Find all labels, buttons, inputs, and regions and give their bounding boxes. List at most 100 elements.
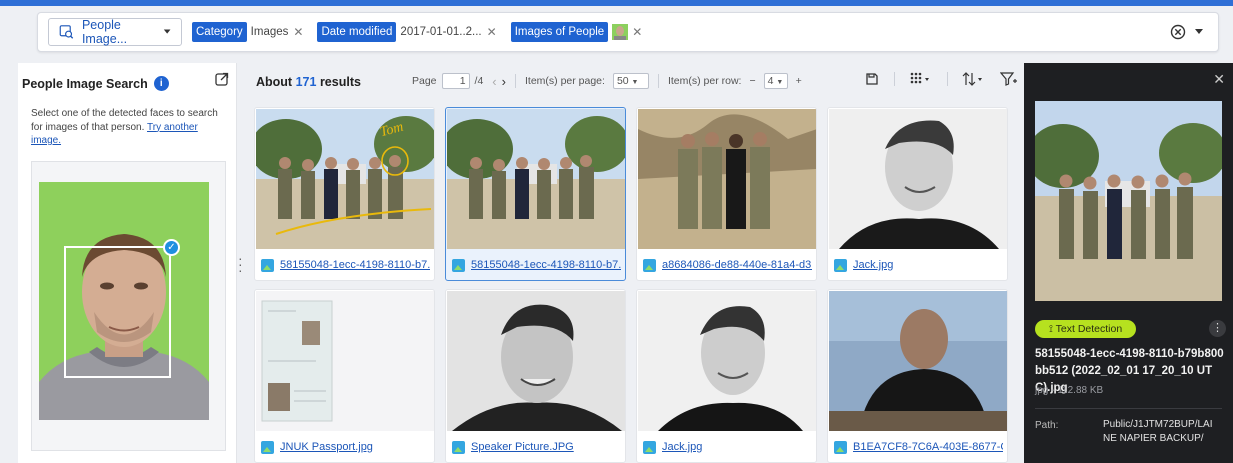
result-card[interactable]: B1EA7CF8-7C6A-403E-8677-C... xyxy=(827,289,1008,463)
divider xyxy=(657,74,659,88)
card-caption: Jack.jpg xyxy=(643,438,812,456)
filter-chip-date[interactable]: Date modified 2017-01-01..2... ✕ xyxy=(317,21,500,43)
detected-face-box[interactable] xyxy=(64,246,171,378)
results-suffix: results xyxy=(319,75,361,89)
search-actions xyxy=(1170,24,1204,40)
per-row-label: Item(s) per row: xyxy=(667,75,742,87)
image-file-icon xyxy=(261,440,274,454)
page-label: Page xyxy=(412,75,437,87)
thumbnail-office-photo xyxy=(829,291,1007,431)
result-card-selected[interactable]: 58155048-1ecc-4198-8110-b7... xyxy=(445,107,626,281)
detail-file-meta: jpg - 112.88 KB xyxy=(1035,385,1104,396)
thumbnail-group-photo: Tom xyxy=(256,109,434,249)
more-options-icon[interactable]: ⋮ xyxy=(1209,320,1226,337)
page-input[interactable]: 1 xyxy=(441,73,470,89)
close-icon[interactable]: ✕ xyxy=(293,25,303,39)
card-caption: 58155048-1ecc-4198-8110-b7... xyxy=(452,256,621,274)
chip-key: Date modified xyxy=(317,22,397,42)
thumbnail-group-photo xyxy=(447,109,625,249)
divider xyxy=(947,72,948,86)
text-detection-badge[interactable]: ⟟ Text Detection xyxy=(1035,320,1137,338)
result-card[interactable]: Jack.jpg xyxy=(827,107,1008,281)
page-total: /4 xyxy=(474,75,484,87)
per-page-value: 50 xyxy=(616,75,629,87)
result-card[interactable]: Tom 58155048-1ecc-4198-8110-b7... xyxy=(254,107,435,281)
close-icon[interactable]: ✕ xyxy=(632,25,642,39)
caret-down-icon: ▼ xyxy=(776,79,784,86)
chip-key: Images of People xyxy=(510,22,609,42)
file-name-link[interactable]: Jack.jpg xyxy=(662,441,702,453)
clear-circle-icon[interactable] xyxy=(1170,24,1186,40)
chip-key: Category xyxy=(192,22,247,42)
file-name-link[interactable]: 58155048-1ecc-4198-8110-b7... xyxy=(280,259,430,271)
info-icon[interactable]: i xyxy=(153,76,169,91)
increase-per-row-button[interactable]: + xyxy=(796,75,802,87)
divider xyxy=(894,72,895,86)
thumbnail-portrait-bw xyxy=(638,291,816,431)
per-row-value: 4 xyxy=(767,75,774,87)
per-page-label: Item(s) per page: xyxy=(524,75,605,87)
file-name-link[interactable]: Speaker Picture.JPG xyxy=(471,441,574,453)
file-name-link[interactable]: JNUK Passport.jpg xyxy=(280,441,373,453)
source-label: People Image... xyxy=(81,18,128,46)
file-name-link[interactable]: B1EA7CF8-7C6A-403E-8677-C... xyxy=(853,441,1003,453)
view-toolbar xyxy=(864,71,1018,87)
open-external-icon[interactable] xyxy=(214,71,230,87)
image-file-icon xyxy=(834,258,847,272)
prev-page-icon[interactable]: ‹ xyxy=(492,74,496,89)
grid-view-icon[interactable] xyxy=(909,71,933,87)
caret-down-icon[interactable] xyxy=(1194,28,1204,36)
next-page-icon[interactable]: › xyxy=(502,74,506,89)
results-number: 171 xyxy=(295,75,317,89)
divider xyxy=(1035,408,1222,409)
filter-icon[interactable] xyxy=(1000,71,1018,87)
thumbnail-soldiers-photo xyxy=(638,109,816,249)
search-bar[interactable]: People Image... Category Images ✕ Date m… xyxy=(37,12,1219,52)
source-selector[interactable]: People Image... xyxy=(48,18,182,46)
image-file-icon xyxy=(452,440,465,454)
caret-down-icon: ▼ xyxy=(631,79,639,86)
chip-value: 2017-01-01..2... xyxy=(400,26,482,38)
save-icon[interactable] xyxy=(864,71,880,87)
sort-icon[interactable] xyxy=(962,71,986,87)
image-file-icon xyxy=(834,440,847,454)
result-card[interactable]: Jack.jpg xyxy=(636,289,817,463)
text-detection-icon: ⟟ xyxy=(1049,323,1053,335)
panel-description: Select one of the detected faces to sear… xyxy=(31,107,226,148)
divider xyxy=(514,74,516,88)
image-file-icon xyxy=(452,258,465,272)
image-file-icon xyxy=(261,258,274,272)
thumbnail-portrait-bw xyxy=(447,291,625,431)
detail-panel: ✕ ⟟ Text Detection ⋮ 58155048-1ecc-4198-… xyxy=(1024,63,1233,463)
top-band: People Image... Category Images ✕ Date m… xyxy=(0,0,1233,63)
results-area: About 171 results Page 1 /4 ‹ › Item(s) … xyxy=(244,63,1024,463)
card-caption: Jack.jpg xyxy=(834,256,1003,274)
filter-chip-people[interactable]: Images of People ✕ xyxy=(510,21,647,43)
pagination-bar: Page 1 /4 ‹ › Item(s) per page: 50 ▼ Ite… xyxy=(412,73,802,89)
image-file-icon xyxy=(643,258,656,272)
image-search-icon xyxy=(59,25,74,39)
result-card[interactable]: a8684086-de88-440e-81a4-d3... xyxy=(636,107,817,281)
image-file-icon xyxy=(643,440,656,454)
decrease-per-row-button[interactable]: − xyxy=(749,75,755,87)
file-name-link[interactable]: a8684086-de88-440e-81a4-d3... xyxy=(662,259,812,271)
card-caption: a8684086-de88-440e-81a4-d3... xyxy=(643,256,812,274)
people-search-panel: People Image Search i Select one of the … xyxy=(18,63,237,463)
path-label: Path: xyxy=(1035,420,1059,431)
per-page-select[interactable]: 50 ▼ xyxy=(612,73,649,89)
thumbnail-passport xyxy=(256,291,434,431)
filter-chip-category[interactable]: Category Images ✕ xyxy=(192,21,307,43)
result-card[interactable]: JNUK Passport.jpg xyxy=(254,289,435,463)
panel-title: People Image Search i xyxy=(22,76,169,91)
close-icon[interactable]: ✕ xyxy=(487,25,497,39)
close-icon[interactable]: ✕ xyxy=(1213,71,1225,88)
results-prefix: About xyxy=(256,75,293,89)
thumbnail-portrait-bw xyxy=(829,109,1007,249)
per-row-select[interactable]: 4 ▼ xyxy=(763,73,788,89)
file-name-link[interactable]: 58155048-1ecc-4198-8110-b7... xyxy=(471,259,621,271)
panel-title-text: People Image Search xyxy=(22,76,148,91)
detail-preview-image xyxy=(1035,101,1222,301)
query-image-frame: ✓ xyxy=(31,161,226,451)
file-name-link[interactable]: Jack.jpg xyxy=(853,259,893,271)
result-card[interactable]: Speaker Picture.JPG xyxy=(445,289,626,463)
